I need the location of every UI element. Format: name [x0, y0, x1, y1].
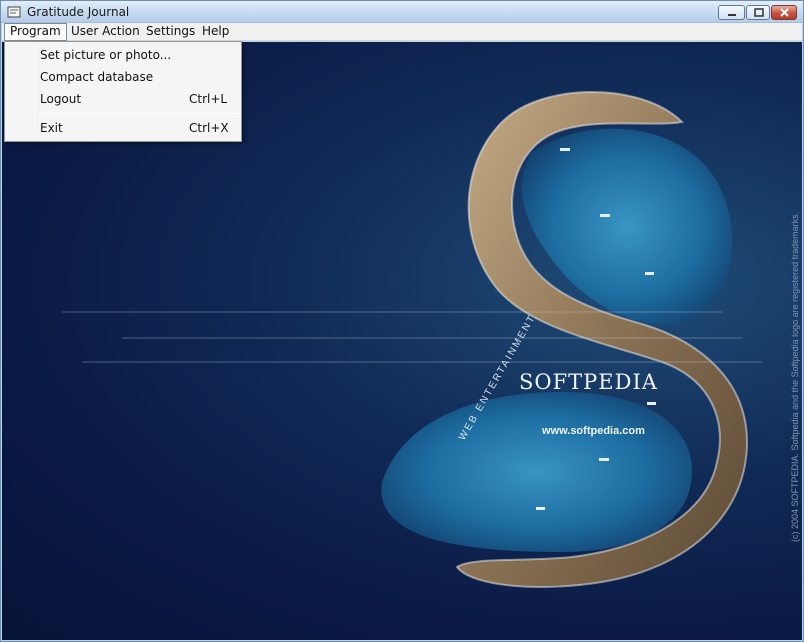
menu-item-shortcut: Ctrl+X: [189, 121, 229, 135]
minimize-icon: [728, 14, 736, 16]
menu-item-exit[interactable]: Exit Ctrl+X: [7, 118, 239, 140]
copyright-notice: (c) 2004 SOFTPEDIA. Softpedia and the So…: [790, 211, 800, 542]
maximize-icon: [754, 8, 764, 17]
menu-program[interactable]: Program: [4, 23, 67, 41]
menu-item-logout[interactable]: Logout Ctrl+L: [7, 89, 239, 111]
brand-name: SOFTPEDIA: [519, 370, 658, 394]
close-icon: [780, 8, 789, 17]
menu-separator: [37, 113, 239, 114]
window-title: Gratitude Journal: [27, 5, 130, 19]
menu-item-label: Exit: [40, 121, 63, 135]
menu-item-compact-database[interactable]: Compact database: [7, 67, 239, 89]
menu-item-label: Compact database: [40, 70, 154, 84]
menu-bar: Program User Action Settings Help: [2, 23, 802, 41]
title-bar[interactable]: Gratitude Journal: [1, 1, 803, 23]
brand-url: www.softpedia.com: [542, 425, 645, 437]
journal-app-icon: [7, 5, 21, 19]
menu-item-shortcut: Ctrl+L: [189, 92, 228, 106]
minimize-button[interactable]: [718, 5, 745, 20]
program-dropdown-menu: Set picture or photo... Compact database…: [4, 41, 242, 142]
menu-help[interactable]: Help: [197, 23, 234, 41]
menu-item-label: Set picture or photo...: [40, 48, 172, 62]
menu-settings[interactable]: Settings: [141, 23, 200, 41]
app-window: Gratitude Journal Program User Action Se…: [0, 0, 804, 642]
close-button[interactable]: [771, 5, 797, 20]
maximize-button[interactable]: [746, 5, 770, 20]
menu-item-set-picture[interactable]: Set picture or photo...: [7, 45, 239, 67]
menu-item-label: Logout: [40, 92, 82, 106]
menu-user-action[interactable]: User Action: [66, 23, 145, 41]
